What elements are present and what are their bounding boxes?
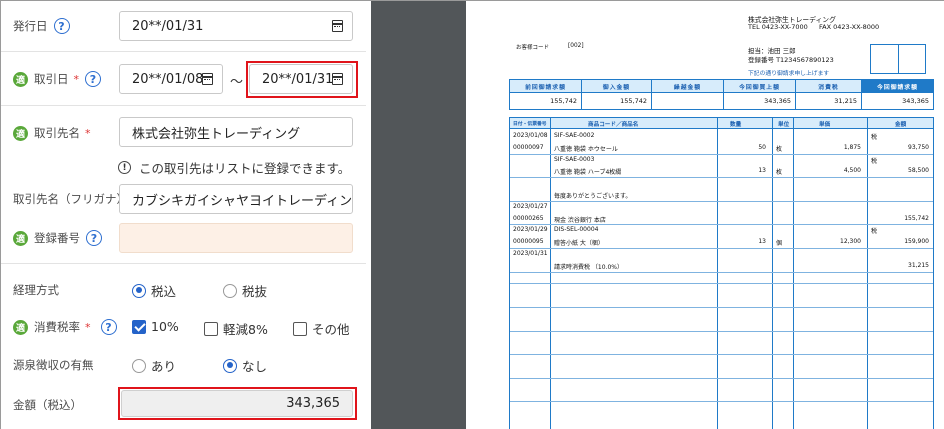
cell-date: 2023/01/29 bbox=[513, 226, 548, 234]
tax-method-option-exclusive[interactable]: 税抜 bbox=[223, 281, 267, 300]
cell-price: 12,300 bbox=[840, 238, 861, 246]
cell-amount: 31,215 bbox=[908, 261, 929, 269]
partner-name-input[interactable]: 株式会社弥生トレーディング bbox=[119, 117, 353, 147]
cell-name: 現金 渋谷銀行 本店 bbox=[554, 216, 606, 224]
cell-price: 1,875 bbox=[843, 143, 861, 151]
company-fax: FAX 0423-XX-8000 bbox=[819, 23, 880, 31]
divider bbox=[1, 263, 366, 264]
partner-kana-label: 取引先名（フリガナ） bbox=[13, 192, 128, 206]
invoice-summary: 前回御請求額 155,742 御入金額 155,742 繰越金額 今回御買上額 … bbox=[509, 79, 934, 110]
cell-amount: 159,900 bbox=[904, 238, 929, 246]
cell-code: SIF-SAE-0002 bbox=[554, 132, 595, 139]
radio-selected-icon bbox=[132, 283, 146, 298]
summary-cell: 今回御買上額 343,365 bbox=[724, 80, 796, 109]
highlight-box-date bbox=[246, 61, 358, 98]
company-tel: TEL 0423-XX-7000 bbox=[748, 23, 808, 31]
cell-price: 4,500 bbox=[843, 167, 861, 175]
divider bbox=[1, 105, 366, 106]
summary-cell: 繰越金額 bbox=[652, 80, 724, 109]
table-header: 日付・伝票番号 商品コード／商品名 数量 単位 単価 金額 bbox=[510, 118, 933, 129]
checkbox-checked-icon bbox=[132, 319, 146, 334]
cell-date: 00000097 bbox=[513, 143, 544, 151]
info-icon: ! bbox=[118, 161, 131, 174]
partner-label: 適 取引先名 * bbox=[13, 125, 91, 141]
help-icon[interactable]: ? bbox=[85, 71, 101, 87]
summary-cell: 前回御請求額 155,742 bbox=[510, 80, 582, 109]
tax-rate-checkbox-other[interactable]: その他 bbox=[293, 319, 350, 338]
issue-date-input[interactable]: 20**/01/31 bbox=[119, 11, 353, 41]
registration-number-input[interactable] bbox=[119, 223, 353, 253]
cell-unit: 個 bbox=[776, 240, 783, 248]
summary-cell-total: 今回御請求額 343,365 bbox=[862, 80, 933, 109]
cell-date: 00000265 bbox=[513, 214, 544, 222]
partner-kana-input[interactable]: カブシキガイシャヤヨイトレーディンク bbox=[119, 184, 353, 214]
cell-mark: 税 bbox=[871, 134, 878, 141]
radio-icon bbox=[223, 283, 237, 298]
amount-label: 金額（税込） bbox=[13, 398, 82, 412]
calendar-icon[interactable] bbox=[332, 20, 343, 32]
tax-rate-checkbox-reduced-8[interactable]: 軽減8% bbox=[204, 319, 268, 338]
register-notice: ! この取引先はリストに登録できます。 bbox=[118, 158, 350, 177]
withholding-label: 源泉徴収の有無 bbox=[13, 358, 94, 372]
calendar-icon[interactable] bbox=[202, 73, 213, 85]
cell-code: DIS-SEL-00004 bbox=[554, 226, 599, 234]
help-icon[interactable]: ? bbox=[53, 18, 70, 34]
invoice-badge-icon: 適 bbox=[13, 319, 28, 335]
customer-code-label: お客様コード bbox=[516, 45, 550, 51]
tax-rate-checkbox-10[interactable]: 10% bbox=[132, 319, 179, 334]
registration-no: 登録番号 T1234567890123 bbox=[748, 56, 834, 64]
highlight-box-amount bbox=[118, 387, 357, 420]
request-note: 下記の通り御請求申し上げます bbox=[748, 71, 830, 77]
help-icon[interactable]: ? bbox=[86, 230, 102, 246]
transaction-date-from-input[interactable]: 20**/01/08 bbox=[119, 64, 223, 94]
withholding-option-no[interactable]: なし bbox=[223, 356, 267, 375]
cell-date: 2023/01/27 bbox=[513, 202, 548, 210]
customer-code: [002] bbox=[568, 43, 584, 49]
cell-amount: 93,750 bbox=[908, 143, 929, 151]
cell-name: 八重徳 鞄袋 ホウセール bbox=[554, 145, 618, 153]
date-range-separator: 〜 bbox=[230, 75, 244, 90]
checkbox-icon bbox=[293, 321, 307, 336]
cell-qty: 13 bbox=[758, 238, 766, 246]
cell-unit: 枚 bbox=[776, 145, 783, 153]
cell-name: 八重徳 鞄袋 ハーブ4枚綴 bbox=[554, 169, 622, 177]
invoice-document: 株式会社弥生トレーディング TEL 0423-XX-7000 FAX 0423-… bbox=[466, 1, 944, 429]
invoice-badge-icon: 適 bbox=[13, 71, 28, 87]
cell-name: 毎度ありがとうございます。 bbox=[554, 193, 632, 200]
summary-cell: 御入金額 155,742 bbox=[582, 80, 652, 109]
transaction-date-label: 適 取引日 * ? bbox=[13, 71, 101, 87]
cell-date: 2023/01/08 bbox=[513, 132, 548, 139]
invoice-badge-icon: 適 bbox=[13, 125, 28, 141]
cell-amount: 58,500 bbox=[908, 167, 929, 175]
cell-date: 00000095 bbox=[513, 238, 544, 246]
cell-qty: 13 bbox=[758, 167, 766, 175]
divider bbox=[1, 51, 366, 52]
cell-mark: 税 bbox=[871, 228, 878, 236]
cell-date: 2023/01/31 bbox=[513, 250, 548, 257]
cell-mark: 税 bbox=[871, 157, 878, 165]
registration-number-label: 適 登録番号 ? bbox=[13, 230, 102, 246]
cell-name: 贈答小紙 大（梱） bbox=[554, 240, 604, 248]
cell-qty: 50 bbox=[758, 143, 766, 151]
cell-name: 請求時消費税 （10.0%） bbox=[554, 263, 623, 271]
invoice-badge-icon: 適 bbox=[13, 230, 28, 246]
withholding-option-yes[interactable]: あり bbox=[132, 356, 176, 375]
cell-code: SIF-SAE-0003 bbox=[554, 155, 595, 163]
radio-selected-icon bbox=[223, 358, 237, 373]
radio-icon bbox=[132, 358, 146, 373]
cell-amount: 155,742 bbox=[904, 214, 929, 222]
invoice-detail-table: 日付・伝票番号 商品コード／商品名 数量 単位 単価 金額 2023/01/08… bbox=[509, 117, 934, 429]
cell-unit: 枚 bbox=[776, 169, 783, 177]
tax-method-option-inclusive[interactable]: 税込 bbox=[132, 281, 176, 300]
issue-date-label: 発行日 ? bbox=[13, 18, 70, 34]
help-icon[interactable]: ? bbox=[100, 319, 117, 335]
journal-entry-form: 発行日 ? 20**/01/31 適 取引日 * ? 20**/01/08 〜 … bbox=[1, 1, 371, 429]
tax-method-label: 経理方式 bbox=[13, 283, 59, 297]
summary-cell: 消費税 31,215 bbox=[796, 80, 862, 109]
seal-box bbox=[870, 44, 926, 74]
checkbox-icon bbox=[204, 321, 218, 336]
viewer-background bbox=[371, 1, 466, 429]
tax-rate-label: 適 消費税率 * ? bbox=[13, 319, 117, 335]
